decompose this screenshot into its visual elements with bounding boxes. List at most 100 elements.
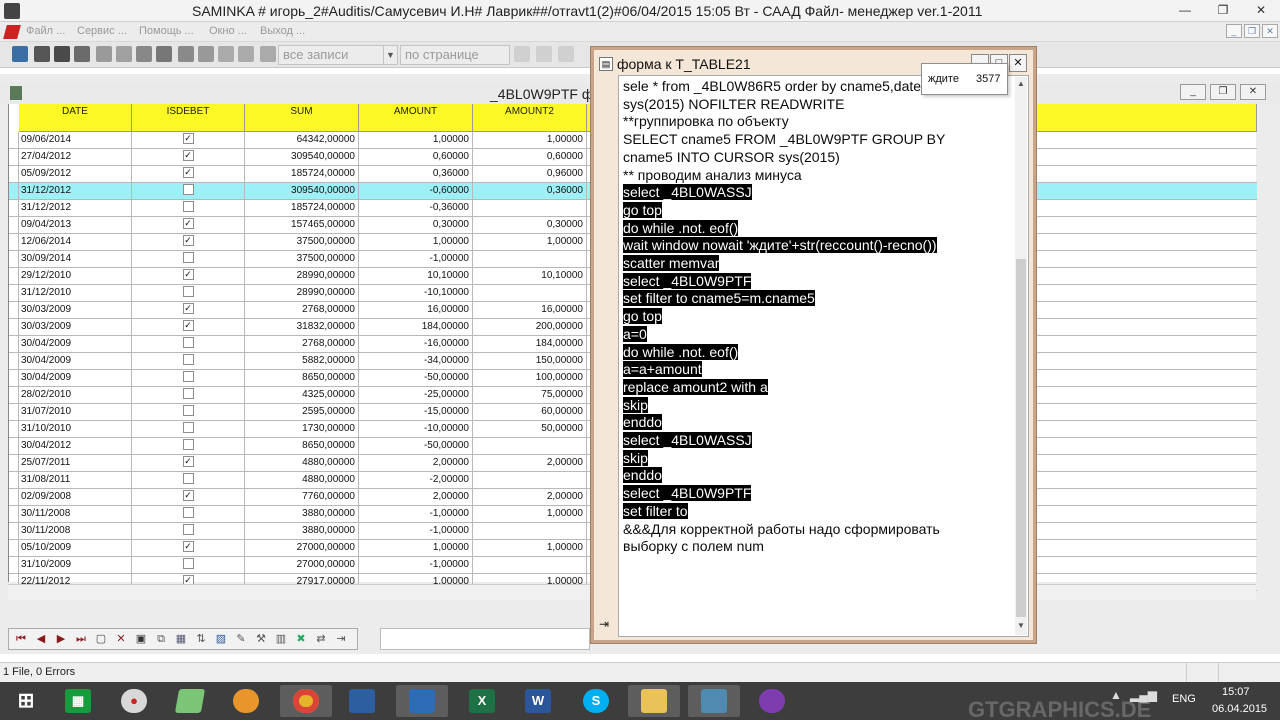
save-record-icon[interactable]: ▣ xyxy=(133,631,149,647)
cell-amount[interactable]: -50,00000 xyxy=(359,370,473,386)
editor-vertical-scrollbar[interactable]: ▲ ▼ xyxy=(1015,77,1027,635)
cell-amount2[interactable] xyxy=(473,523,587,539)
code-line[interactable]: cname5 INTO CURSOR sys(2015) xyxy=(623,149,840,167)
status-input[interactable] xyxy=(380,628,590,650)
row-indicator[interactable] xyxy=(9,285,19,301)
cell-amount[interactable]: -34,00000 xyxy=(359,353,473,369)
cell-date[interactable]: 30/03/2009 xyxy=(19,302,132,318)
books-icon[interactable] xyxy=(688,685,740,717)
checkbox-unchecked[interactable] xyxy=(182,370,194,382)
row-indicator[interactable] xyxy=(9,268,19,284)
column-header-amount2[interactable]: AMOUNT2 xyxy=(473,104,587,132)
page-combo[interactable]: по странице xyxy=(400,45,510,65)
row-indicator[interactable] xyxy=(9,336,19,352)
code-line[interactable]: set filter to xyxy=(623,502,688,521)
code-line[interactable]: select _4BL0W9PTF xyxy=(623,485,752,503)
row-indicator[interactable] xyxy=(9,251,19,267)
help-icon[interactable] xyxy=(34,46,50,62)
code-line[interactable]: do while .not. eof() xyxy=(623,343,739,362)
cell-sum[interactable]: 8650,00000 xyxy=(245,438,359,454)
checkbox-checked[interactable]: ✓ xyxy=(182,489,194,501)
cell-amount2[interactable]: 150,00000 xyxy=(473,353,587,369)
code-line[interactable]: ** проводим анализ минуса xyxy=(623,167,802,185)
cell-sum[interactable]: 64342,00000 xyxy=(245,132,359,148)
row-indicator[interactable] xyxy=(9,506,19,522)
cell-amount[interactable]: -50,00000 xyxy=(359,438,473,454)
cell-amount[interactable]: -10,10000 xyxy=(359,285,473,301)
menu-service[interactable]: Сервис ... xyxy=(77,25,127,37)
cell-date[interactable]: 27/04/2012 xyxy=(19,149,132,165)
cell-amount2[interactable]: 2,00000 xyxy=(473,489,587,505)
excel-icon[interactable]: X xyxy=(456,685,508,717)
new-record-icon[interactable]: ▢ xyxy=(93,631,109,647)
isdebet-checkbox-cell[interactable] xyxy=(132,557,245,573)
form-exit-icon[interactable]: ⇥ xyxy=(599,617,615,633)
checkbox-checked[interactable]: ✓ xyxy=(182,268,194,280)
checkbox-unchecked[interactable] xyxy=(182,336,194,348)
print-icon[interactable] xyxy=(96,46,112,62)
column-header-date[interactable]: DATE xyxy=(19,104,132,132)
save-icon[interactable] xyxy=(136,46,152,62)
cell-amount2[interactable]: 16,00000 xyxy=(473,302,587,318)
code-line[interactable]: skip xyxy=(623,449,648,468)
cell-amount[interactable]: 16,00000 xyxy=(359,302,473,318)
minimize-button[interactable]: — xyxy=(1166,0,1204,22)
mdi-minimize-icon[interactable]: _ xyxy=(1226,24,1242,38)
form-close-button[interactable]: ✕ xyxy=(1009,54,1027,72)
cell-amount2[interactable]: 50,00000 xyxy=(473,421,587,437)
explorer-icon[interactable] xyxy=(628,685,680,717)
row-indicator[interactable] xyxy=(9,353,19,369)
isdebet-checkbox-cell[interactable] xyxy=(132,404,245,420)
cell-amount2[interactable]: 200,00000 xyxy=(473,319,587,335)
cell-amount[interactable]: 2,00000 xyxy=(359,489,473,505)
cell-sum[interactable]: 1730,00000 xyxy=(245,421,359,437)
column-header-sum[interactable]: SUM xyxy=(245,104,359,132)
cell-date[interactable]: 31/08/2011 xyxy=(19,472,132,488)
cell-amount2[interactable]: 0,96000 xyxy=(473,166,587,182)
cell-amount[interactable]: 2,00000 xyxy=(359,455,473,471)
cell-date[interactable]: 30/04/2009 xyxy=(19,336,132,352)
isdebet-checkbox-cell[interactable] xyxy=(132,353,245,369)
isdebet-checkbox-cell[interactable] xyxy=(132,506,245,522)
cell-sum[interactable]: 3880,00000 xyxy=(245,506,359,522)
cell-sum[interactable]: 8650,00000 xyxy=(245,370,359,386)
cell-amount2[interactable] xyxy=(473,285,587,301)
row-indicator[interactable] xyxy=(9,421,19,437)
checkbox-unchecked[interactable] xyxy=(182,183,194,195)
code-line[interactable]: skip xyxy=(623,396,648,415)
cell-sum[interactable]: 2768,00000 xyxy=(245,336,359,352)
cell-amount[interactable]: -16,00000 xyxy=(359,336,473,352)
cell-date[interactable]: 28/02/2010 xyxy=(19,387,132,403)
cell-date[interactable]: 31/12/2012 xyxy=(19,200,132,216)
cell-amount2[interactable] xyxy=(473,472,587,488)
column-header-isdebet[interactable]: ISDEBET xyxy=(132,104,245,132)
code-line[interactable]: enddo xyxy=(623,414,662,432)
cell-amount[interactable]: -1,00000 xyxy=(359,251,473,267)
cell-sum[interactable]: 3880,00000 xyxy=(245,523,359,539)
checkbox-checked[interactable]: ✓ xyxy=(182,132,194,144)
records-combo[interactable]: все записи ▼ xyxy=(278,45,398,65)
cell-date[interactable]: 31/12/2010 xyxy=(19,285,132,301)
binoculars-icon[interactable] xyxy=(156,46,172,62)
cell-amount2[interactable]: 100,00000 xyxy=(473,370,587,386)
cell-date[interactable]: 31/10/2010 xyxy=(19,421,132,437)
cell-date[interactable]: 30/03/2009 xyxy=(19,319,132,335)
row-indicator[interactable] xyxy=(9,387,19,403)
table-view-icon[interactable]: ▦ xyxy=(173,631,189,647)
checkbox-unchecked[interactable] xyxy=(182,438,194,450)
cell-date[interactable]: 30/04/2012 xyxy=(19,438,132,454)
checkbox-unchecked[interactable] xyxy=(182,506,194,518)
checkbox-checked[interactable]: ✓ xyxy=(182,540,194,552)
nav-icon[interactable] xyxy=(558,46,574,62)
checkbox-unchecked[interactable] xyxy=(182,387,194,399)
row-indicator[interactable] xyxy=(9,234,19,250)
code-line[interactable]: wait window nowait 'ждите'+str(reccount(… xyxy=(623,237,937,255)
cell-sum[interactable]: 5882,00000 xyxy=(245,353,359,369)
cell-amount2[interactable] xyxy=(473,557,587,573)
isdebet-checkbox-cell[interactable] xyxy=(132,285,245,301)
isdebet-checkbox-cell[interactable] xyxy=(132,421,245,437)
row-indicator[interactable] xyxy=(9,132,19,148)
cell-date[interactable]: 05/09/2012 xyxy=(19,166,132,182)
copy-record-icon[interactable]: ⧉ xyxy=(153,631,169,647)
checkbox-unchecked[interactable] xyxy=(182,200,194,212)
